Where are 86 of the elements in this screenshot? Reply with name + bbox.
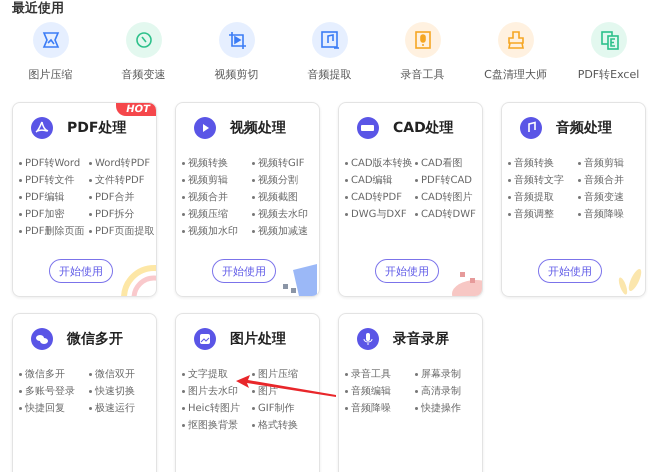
feature-link[interactable]: 视频转GIF <box>252 156 319 171</box>
feature-link[interactable]: 多账号登录 <box>19 384 89 399</box>
card-title: 录音录屏 <box>393 330 449 348</box>
feature-link[interactable]: 音频转换 <box>508 156 578 171</box>
gauge-icon[interactable] <box>126 22 162 58</box>
compress-icon[interactable] <box>32 22 68 58</box>
feature-link[interactable]: 文件转PDF <box>89 173 156 188</box>
feature-link[interactable]: 音频降噪 <box>578 207 645 222</box>
feature-link[interactable]: 视频去水印 <box>252 207 319 222</box>
feature-link[interactable]: GIF制作 <box>252 401 319 416</box>
feature-link[interactable]: CAD转PDF <box>345 190 415 205</box>
feature-link[interactable]: PDF编辑 <box>19 190 89 205</box>
feature-link[interactable]: Heic转图片 <box>182 401 252 416</box>
crop-icon[interactable] <box>218 22 254 58</box>
feature-link[interactable]: 音频提取 <box>508 190 578 205</box>
feature-link[interactable]: PDF转CAD <box>415 173 482 188</box>
feature-link[interactable]: 视频加水印 <box>182 224 252 239</box>
feature-link[interactable]: 文字提取 <box>182 367 252 382</box>
feature-link[interactable]: 音频转文字 <box>508 173 578 188</box>
feature-link[interactable]: 视频转换 <box>182 156 252 171</box>
feature-link[interactable]: 视频加减速 <box>252 224 319 239</box>
card-title: 微信多开 <box>67 330 123 348</box>
tool-label[interactable]: 图片压缩 <box>28 67 72 82</box>
start-button[interactable]: 开始使用 <box>49 259 113 283</box>
feature-link[interactable]: 微信双开 <box>89 367 156 382</box>
start-button[interactable]: 开始使用 <box>375 259 439 283</box>
start-button[interactable]: 开始使用 <box>538 259 602 283</box>
feature-link[interactable]: Word转PDF <box>89 156 156 171</box>
feature-link[interactable]: 视频截图 <box>252 190 319 205</box>
feature-link[interactable]: PDF转文件 <box>19 173 89 188</box>
feature-link[interactable]: PDF合并 <box>89 190 156 205</box>
feature-link[interactable]: 极速运行 <box>89 401 156 416</box>
feature-link[interactable]: 音频变速 <box>578 190 645 205</box>
feature-link[interactable]: 音频降噪 <box>345 401 415 416</box>
chat-bubbles-icon <box>31 328 53 350</box>
feature-link[interactable]: 快捷回复 <box>19 401 89 416</box>
card-title: PDF处理 <box>67 119 126 137</box>
start-button[interactable]: 开始使用 <box>212 259 276 283</box>
feature-link[interactable]: 音频合并 <box>578 173 645 188</box>
feature-link[interactable]: 微信多开 <box>19 367 89 382</box>
feature-link[interactable]: PDF拆分 <box>89 207 156 222</box>
tool-label[interactable]: 录音工具 <box>400 67 444 82</box>
feature-link[interactable]: 视频分割 <box>252 173 319 188</box>
play-icon <box>194 117 216 139</box>
feature-link[interactable]: 图片压缩 <box>252 367 319 382</box>
feature-link[interactable]: CAD版本转换 <box>345 156 415 171</box>
picture-icon <box>194 328 216 350</box>
microphone-icon[interactable] <box>404 22 440 58</box>
feature-link[interactable]: CAD转图片 <box>415 190 482 205</box>
section-title: 最近使用 <box>11 0 65 16</box>
feature-link[interactable]: PDF转Word <box>19 156 89 171</box>
broom-icon[interactable] <box>498 22 534 58</box>
card-title: 图片处理 <box>230 330 286 348</box>
feature-link[interactable]: 图片去水印 <box>182 384 252 399</box>
tool-label[interactable]: 视频剪切 <box>214 67 258 82</box>
feature-link[interactable]: 录音工具 <box>345 367 415 382</box>
feature-link[interactable]: PDF页面提取 <box>89 224 156 239</box>
hot-badge: HOT <box>116 103 156 116</box>
card-title: CAD处理 <box>393 119 454 137</box>
tool-label[interactable]: 音频提取 <box>308 67 352 82</box>
feature-link[interactable]: 音频编辑 <box>345 384 415 399</box>
feature-link[interactable]: 抠图换背景 <box>182 418 252 433</box>
feature-link[interactable]: CAD转DWF <box>415 207 482 222</box>
feature-link[interactable]: 屏幕录制 <box>415 367 482 382</box>
feature-link[interactable]: 音频剪辑 <box>578 156 645 171</box>
card-title: 音频处理 <box>556 119 612 137</box>
card-title: 视频处理 <box>230 119 286 137</box>
feature-link[interactable]: 快速切换 <box>89 384 156 399</box>
pdf-icon <box>31 117 53 139</box>
feature-link[interactable]: 高清录制 <box>415 384 482 399</box>
microphone-icon <box>357 328 379 350</box>
feature-link[interactable]: 音频调整 <box>508 207 578 222</box>
feature-link[interactable]: 视频压缩 <box>182 207 252 222</box>
feature-link[interactable]: 视频剪辑 <box>182 173 252 188</box>
feature-link[interactable]: 视频合并 <box>182 190 252 205</box>
tool-label[interactable]: 音频变速 <box>122 67 166 82</box>
feature-link[interactable]: 格式转换 <box>252 418 319 433</box>
feature-link[interactable]: DWG与DXF <box>345 207 415 222</box>
tool-label[interactable]: C盘清理大师 <box>484 67 547 82</box>
feature-link[interactable]: CAD编辑 <box>345 173 415 188</box>
feature-link[interactable]: CAD看图 <box>415 156 482 171</box>
feature-link[interactable]: PDF加密 <box>19 207 89 222</box>
tool-label[interactable]: PDF转Excel <box>578 67 640 82</box>
spreadsheet-icon[interactable] <box>590 22 626 58</box>
feature-link[interactable]: PDF删除页面 <box>19 224 89 239</box>
feature-link[interactable]: 快捷操作 <box>415 401 482 416</box>
